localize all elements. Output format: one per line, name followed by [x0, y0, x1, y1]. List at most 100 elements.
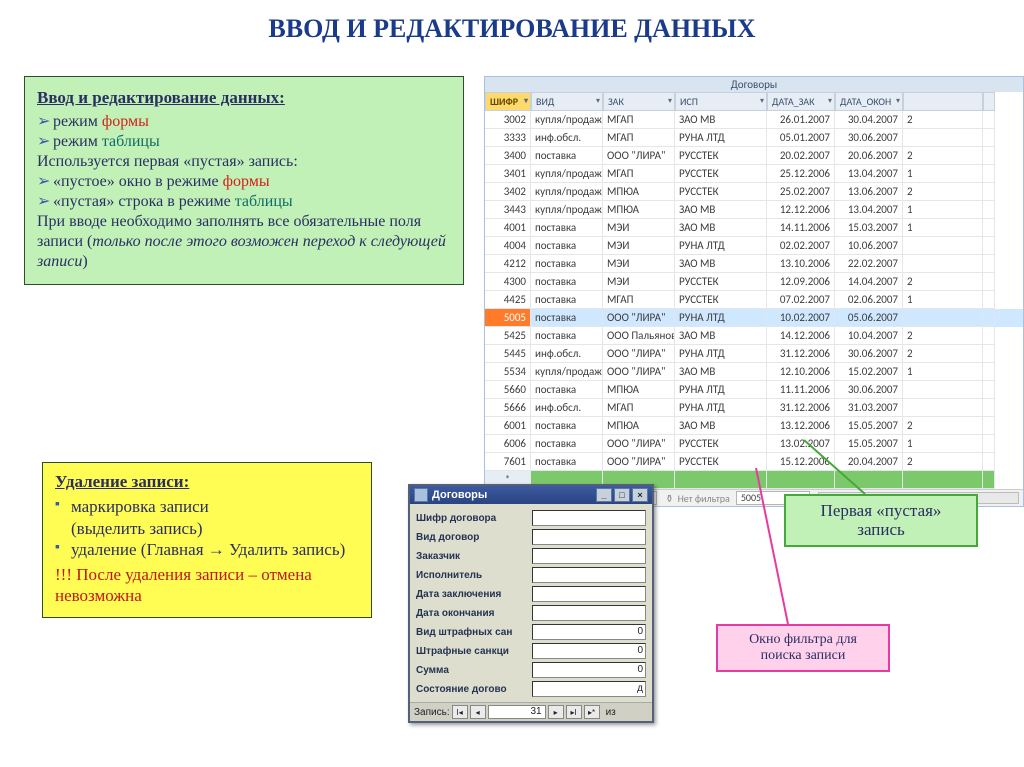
minimize-button[interactable]: _: [596, 488, 612, 502]
field-input[interactable]: [532, 605, 646, 621]
datasheet-caption: Договоры: [485, 77, 1023, 92]
close-button[interactable]: ×: [632, 488, 648, 502]
table-row[interactable]: 7601поставкаООО "ЛИРА"РУССТЕК15.12.20062…: [485, 453, 1023, 471]
table-row[interactable]: 3402купля/продажМПЮАРУССТЕК25.02.200713.…: [485, 183, 1023, 201]
edit-heading: Ввод и редактирование данных:: [37, 87, 451, 108]
form-icon: [414, 488, 428, 502]
field-label: Шифр договора: [416, 513, 532, 524]
col-data-zak[interactable]: ДАТА_ЗАК▾: [767, 92, 835, 111]
table-row[interactable]: 3333инф.обсл.МГАПРУНА ЛТД05.01.200730.06…: [485, 129, 1023, 147]
datasheet-body: 3002купля/продажМГАПЗАО МВ26.01.200730.0…: [485, 111, 1023, 471]
line-empty-record: Используется первая «пустая» запись:: [37, 152, 451, 172]
form-nav-prev[interactable]: ◂: [470, 705, 486, 719]
table-row[interactable]: 3401купля/продажМГАПРУССТЕК25.12.200613.…: [485, 165, 1023, 183]
field-label: Сумма: [416, 665, 532, 676]
filter-label: Нет фильтра: [678, 492, 730, 505]
chevron-down-icon[interactable]: ▾: [596, 96, 600, 106]
form-field: Вид договор: [416, 529, 646, 545]
form-field: Заказчик: [416, 548, 646, 564]
form-field: Исполнитель: [416, 567, 646, 583]
chevron-down-icon[interactable]: ▾: [828, 96, 832, 106]
col-shifr[interactable]: ШИФР▾: [485, 92, 531, 111]
table-row[interactable]: 6006поставкаООО "ЛИРА"РУССТЕК13.02.20071…: [485, 435, 1023, 453]
form-nav: Запись: І◂ ◂ 31 ▸ ▸І ▸* из: [410, 702, 652, 721]
delete-box: Удаление записи: маркировка записи (выде…: [42, 462, 372, 618]
bullet-mode-table: режим таблицы: [37, 132, 451, 152]
form-window: Договоры _ □ × Шифр договора Вид договор З…: [408, 484, 654, 723]
col-data-okon[interactable]: ДАТА_ОКОН▾: [835, 92, 903, 111]
delete-warning: !!! После удаления записи – отмена невоз…: [55, 564, 359, 607]
form-title: Договоры: [432, 489, 487, 501]
maximize-button[interactable]: □: [614, 488, 630, 502]
table-row[interactable]: 5534купля/продажООО "ЛИРА"ЗАО МВ12.10.20…: [485, 363, 1023, 381]
col-extra: [983, 92, 995, 111]
form-field: Сумма0: [416, 662, 646, 678]
page-title: ВВОД И РЕДАКТИРОВАНИЕ ДАННЫХ: [0, 0, 1024, 50]
form-body: Шифр договора Вид договор Заказчик Исполнит…: [410, 504, 652, 702]
field-input[interactable]: [532, 510, 646, 526]
table-row[interactable]: 3443купля/продажМПЮАЗАО МВ12.12.200613.0…: [485, 201, 1023, 219]
table-row[interactable]: 6001поставкаМПЮАЗАО МВ13.12.200615.05.20…: [485, 417, 1023, 435]
form-nav-last[interactable]: ▸І: [566, 705, 582, 719]
bullet-delete-record: удаление (Главная → Удалить запись): [55, 539, 359, 560]
form-field: Вид штрафных сан0: [416, 624, 646, 640]
field-input[interactable]: 0: [532, 643, 646, 659]
table-row[interactable]: 4004поставкаМЭИРУНА ЛТД02.02.200710.06.2…: [485, 237, 1023, 255]
table-row[interactable]: 5445инф.обсл.ООО "ЛИРА"РУНА ЛТД31.12.200…: [485, 345, 1023, 363]
form-field: Дата заключения: [416, 586, 646, 602]
field-label: Состояние догово: [416, 684, 532, 695]
form-nav-next[interactable]: ▸: [548, 705, 564, 719]
field-input[interactable]: [532, 548, 646, 564]
field-input[interactable]: 0: [532, 662, 646, 678]
form-nav-trail: из: [606, 707, 616, 718]
table-row[interactable]: 5666инф.обсл.МГАПРУНА ЛТД31.12.200631.03…: [485, 399, 1023, 417]
chevron-down-icon[interactable]: ▾: [896, 96, 900, 106]
field-label: Дата окончания: [416, 608, 532, 619]
field-input[interactable]: д: [532, 681, 646, 697]
field-label: Штрафные санкци: [416, 646, 532, 657]
delete-heading: Удаление записи:: [55, 471, 359, 492]
col-zak[interactable]: ЗАК▾: [603, 92, 675, 111]
table-row[interactable]: 5660поставкаМПЮАРУНА ЛТД11.11.200630.06.…: [485, 381, 1023, 399]
col-vid[interactable]: ВИД▾: [531, 92, 603, 111]
callout-filter-window: Окно фильтра для поиска записи: [716, 624, 890, 672]
form-field: Состояние договод: [416, 681, 646, 697]
form-nav-label: Запись:: [414, 707, 450, 718]
field-label: Вид штрафных сан: [416, 627, 532, 638]
edit-modes-box: Ввод и редактирование данных: режим форм…: [24, 76, 464, 285]
table-row[interactable]: 4212поставкаМЭИЗАО МВ13.10.200622.02.200…: [485, 255, 1023, 273]
form-field: Шифр договора: [416, 510, 646, 526]
form-nav-first[interactable]: І◂: [452, 705, 468, 719]
field-label: Вид договор: [416, 532, 532, 543]
field-label: Заказчик: [416, 551, 532, 562]
form-titlebar[interactable]: Договоры _ □ ×: [410, 486, 652, 504]
field-input[interactable]: [532, 529, 646, 545]
datasheet-window: Договоры ШИФР▾ ВИД▾ ЗАК▾ ИСП▾ ДАТА_ЗАК▾ …: [484, 76, 1024, 507]
table-row[interactable]: 4001поставкаМЭИЗАО МВ14.11.200615.03.200…: [485, 219, 1023, 237]
field-input[interactable]: 0: [532, 624, 646, 640]
bullet-empty-row: «пустая» строка в режиме таблицы: [37, 192, 451, 212]
form-field: Дата окончания: [416, 605, 646, 621]
table-row[interactable]: 5425поставкаООО ПальяноваЗАО МВ14.12.200…: [485, 327, 1023, 345]
bullet-mode-form: режим формы: [37, 112, 451, 132]
chevron-down-icon[interactable]: ▾: [668, 96, 672, 106]
chevron-down-icon[interactable]: ▾: [760, 96, 764, 106]
table-row[interactable]: 3400поставкаООО "ЛИРА"РУССТЕК20.02.20072…: [485, 147, 1023, 165]
chevron-down-icon[interactable]: ▾: [524, 96, 528, 106]
field-input[interactable]: [532, 586, 646, 602]
field-label: Дата заключения: [416, 589, 532, 600]
table-row[interactable]: 5005поставкаООО "ЛИРА"РУНА ЛТД10.02.2007…: [485, 309, 1023, 327]
col-spacer: [903, 92, 983, 111]
field-input[interactable]: [532, 567, 646, 583]
bullet-empty-window: «пустое» окно в режиме формы: [37, 172, 451, 192]
table-row[interactable]: 3002купля/продажМГАПЗАО МВ26.01.200730.0…: [485, 111, 1023, 129]
field-label: Исполнитель: [416, 570, 532, 581]
col-isp[interactable]: ИСП▾: [675, 92, 767, 111]
form-nav-position[interactable]: 31: [488, 705, 546, 719]
form-nav-new[interactable]: ▸*: [584, 705, 600, 719]
table-row[interactable]: 4300поставкаМЭИРУССТЕК12.09.200614.04.20…: [485, 273, 1023, 291]
table-row[interactable]: 4425поставкаМГАПРУССТЕК07.02.200702.06.2…: [485, 291, 1023, 309]
datasheet-header: ШИФР▾ ВИД▾ ЗАК▾ ИСП▾ ДАТА_ЗАК▾ ДАТА_ОКОН…: [485, 92, 1023, 111]
funnel-icon: ⚱: [665, 492, 673, 505]
callout-empty-record: Первая «пустая» запись: [784, 494, 978, 547]
